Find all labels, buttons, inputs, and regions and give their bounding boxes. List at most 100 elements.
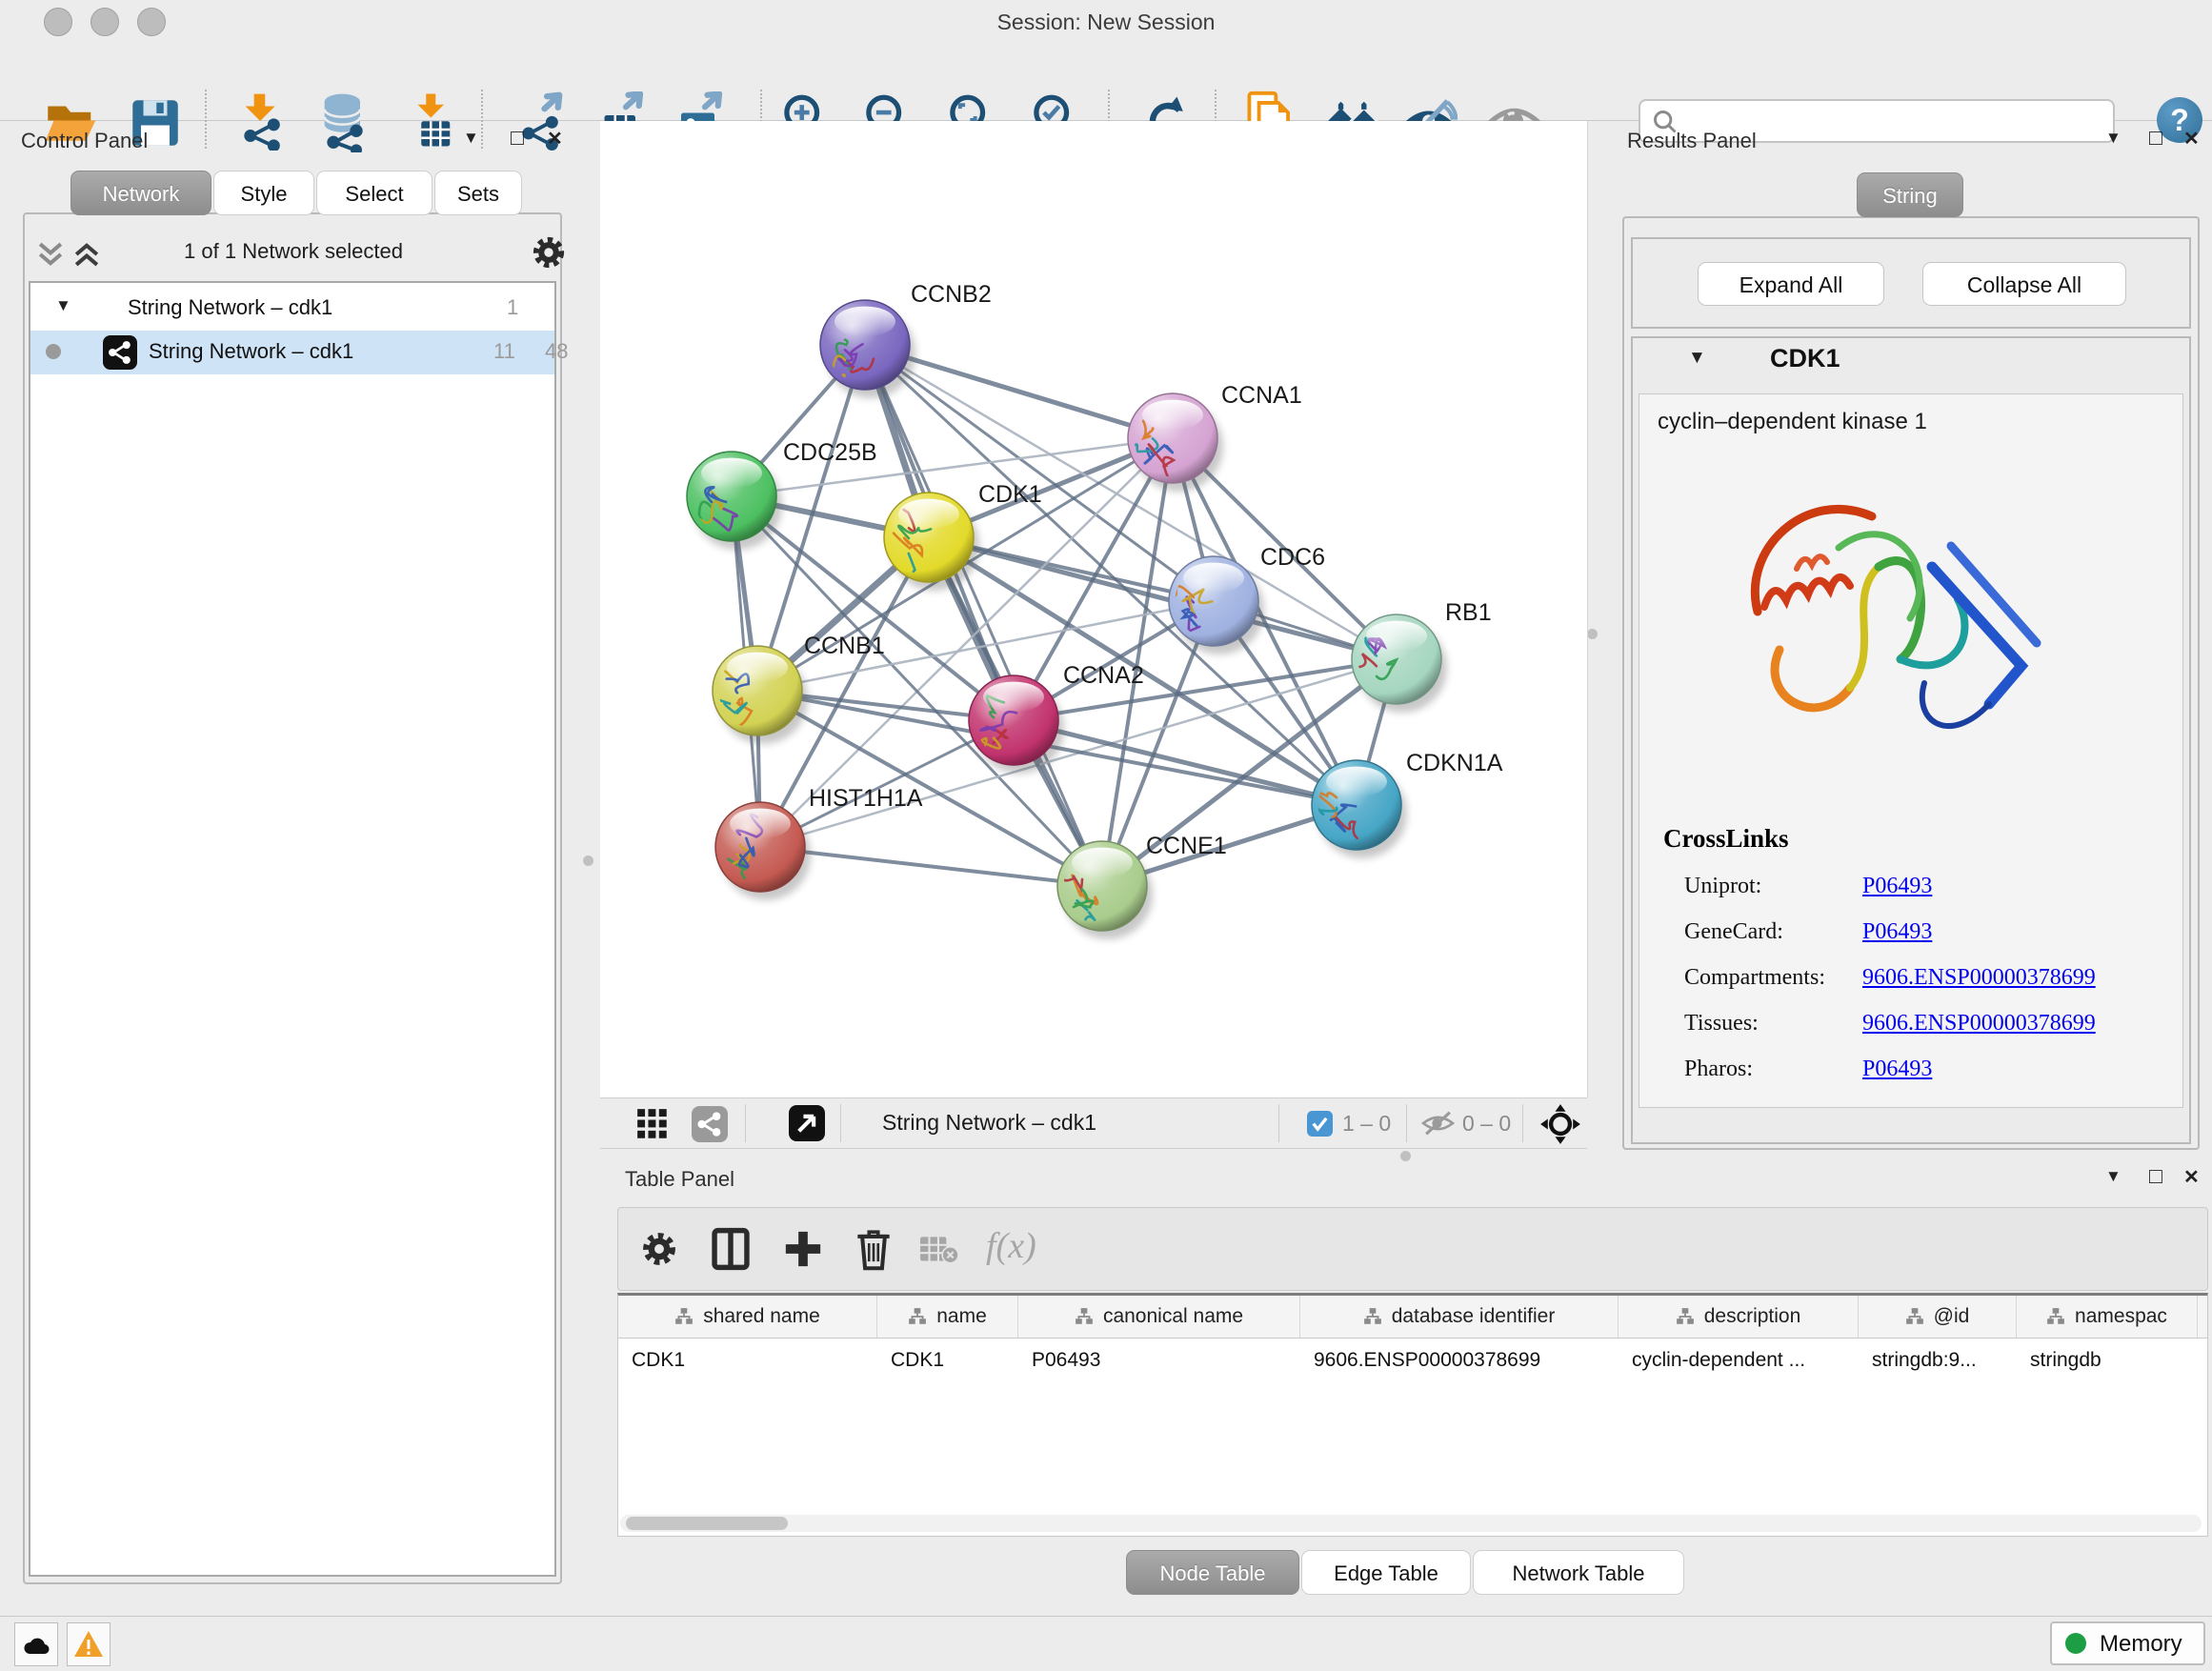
control-panel-close-icon[interactable]: ✕ — [547, 127, 563, 151]
crosslink-link[interactable]: P06493 — [1862, 1057, 1932, 1082]
network-node-CDKN1A[interactable] — [1304, 760, 1401, 850]
crosslink-row: Tissues:9606.ENSP00000378699 — [1610, 1011, 2182, 1057]
network-node-CCNA1[interactable] — [1118, 393, 1217, 483]
column-header-database-identifier[interactable]: database identifier — [1300, 1296, 1619, 1338]
table-cell[interactable]: cyclin-dependent ... — [1619, 1339, 1859, 1382]
tab-network-table[interactable]: Network Table — [1473, 1550, 1684, 1595]
tab-style[interactable]: Style — [213, 171, 314, 215]
table-header-row: shared namenamecanonical namedatabase id… — [618, 1296, 2207, 1339]
table-hscrollbar[interactable] — [620, 1515, 2202, 1532]
table-gear-icon[interactable] — [639, 1229, 679, 1269]
table-cell[interactable]: CDK1 — [877, 1339, 1018, 1382]
column-header--id[interactable]: @id — [1859, 1296, 2017, 1338]
warning-icon — [73, 1629, 104, 1660]
view-toolbar-divider — [1406, 1104, 1407, 1142]
network-node-CCNA2[interactable] — [969, 675, 1058, 765]
view-toolbar-divider — [745, 1104, 746, 1142]
open-in-window-icon[interactable] — [789, 1105, 825, 1141]
hidden-counts: 0 – 0 — [1462, 1111, 1511, 1137]
gear-icon[interactable] — [530, 233, 568, 272]
tree-row-collection[interactable]: ▼ String Network – cdk1 1 — [30, 289, 554, 331]
network-node-CCNE1[interactable] — [1057, 841, 1147, 931]
table-panel-float-icon[interactable]: □ — [2149, 1163, 2162, 1189]
control-panel-menu-icon[interactable]: ▼ — [463, 129, 479, 148]
string-network-badge-icon[interactable] — [692, 1106, 728, 1142]
column-header-namespac[interactable]: namespac — [2017, 1296, 2198, 1338]
show-columns-icon[interactable] — [710, 1227, 752, 1271]
network-node-CCNB2[interactable] — [820, 300, 910, 391]
node-label: CCNB2 — [911, 281, 992, 308]
tab-network[interactable]: Network — [70, 171, 211, 215]
table-row[interactable]: CDK1CDK1P064939606.ENSP00000378699cyclin… — [618, 1339, 2207, 1382]
network-status-dot — [46, 344, 61, 359]
expand-all-button[interactable]: Expand All — [1698, 262, 1884, 306]
crosslink-link[interactable]: P06493 — [1862, 874, 1932, 899]
protein-expander-icon[interactable]: ▼ — [1688, 348, 1706, 369]
network-node-CDK1[interactable] — [884, 483, 974, 583]
tab-edge-table[interactable]: Edge Table — [1301, 1550, 1471, 1595]
cloud-status-button[interactable] — [14, 1622, 58, 1666]
tab-node-table[interactable]: Node Table — [1126, 1550, 1299, 1595]
fit-content-crosshair-icon[interactable] — [1539, 1103, 1581, 1145]
table-cell[interactable]: stringdb:9... — [1859, 1339, 2017, 1382]
collapse-all-button[interactable]: Collapse All — [1922, 262, 2126, 306]
warning-status-button[interactable] — [67, 1622, 111, 1666]
tab-select[interactable]: Select — [316, 171, 432, 215]
splitter-handle[interactable] — [1587, 629, 1598, 639]
selected-counts: 1 – 0 — [1342, 1111, 1391, 1137]
network-node-CCNB1[interactable] — [713, 646, 802, 735]
column-tree-icon — [1676, 1307, 1695, 1326]
delete-table-icon — [919, 1235, 959, 1265]
tab-sets[interactable]: Sets — [434, 171, 522, 215]
results-panel-menu-icon[interactable]: ▼ — [2105, 129, 2122, 148]
splitter-handle[interactable] — [583, 856, 593, 866]
network-selection-status: 1 of 1 Network selected — [122, 239, 465, 264]
network-node-HIST1H1A[interactable] — [715, 802, 805, 892]
results-panel-float-icon[interactable]: □ — [2149, 125, 2162, 151]
results-panel-close-icon[interactable]: ✕ — [2183, 127, 2200, 151]
node-label: CCNE1 — [1146, 833, 1227, 859]
table-panel-menu-icon[interactable]: ▼ — [2105, 1167, 2122, 1186]
control-panel-float-icon[interactable]: □ — [511, 125, 524, 151]
collapse-all-tree-icon[interactable] — [70, 239, 103, 270]
crosslink-link[interactable]: 9606.ENSP00000378699 — [1862, 965, 2096, 991]
network-node-CDC25B[interactable] — [671, 452, 776, 541]
table-cell[interactable]: 9606.ENSP00000378699 — [1300, 1339, 1619, 1382]
tree-expander-icon[interactable]: ▼ — [55, 296, 71, 315]
network-canvas[interactable]: CCNB2CCNA1CDC25BCDK1CDC6RB1CCNB1CCNA2CDK… — [600, 121, 1588, 1097]
column-header-shared-name[interactable]: shared name — [618, 1296, 877, 1338]
network-graph: CCNB2CCNA1CDC25BCDK1CDC6RB1CCNB1CCNA2CDK… — [600, 121, 1587, 1097]
tab-string[interactable]: String — [1857, 172, 1963, 217]
table-cell[interactable]: P06493 — [1018, 1339, 1300, 1382]
network-node-CDC6[interactable] — [1162, 556, 1258, 646]
column-header-description[interactable]: description — [1619, 1296, 1859, 1338]
table-cell[interactable]: CDK1 — [618, 1339, 877, 1382]
expand-all-tree-icon[interactable] — [34, 239, 67, 270]
delete-column-icon[interactable] — [853, 1225, 895, 1273]
view-toolbar-divider — [840, 1104, 841, 1142]
table-panel-close-icon[interactable]: ✕ — [2183, 1165, 2200, 1189]
table-hscrollbar-thumb[interactable] — [626, 1517, 788, 1530]
column-tree-icon — [1905, 1307, 1924, 1326]
node-label: RB1 — [1445, 599, 1492, 626]
cloud-icon — [22, 1633, 50, 1656]
birds-eye-view-icon[interactable] — [636, 1108, 669, 1140]
tree-row-network[interactable]: String Network – cdk1 11 48 — [30, 331, 554, 374]
create-column-icon[interactable] — [782, 1227, 824, 1271]
crosslink-link[interactable]: 9606.ENSP00000378699 — [1862, 1011, 2096, 1037]
network-edge[interactable] — [929, 537, 1397, 659]
node-label: CCNB1 — [804, 633, 885, 659]
network-view-title: String Network – cdk1 — [882, 1110, 1096, 1136]
table-cell[interactable]: stringdb — [2017, 1339, 2198, 1382]
column-header-name[interactable]: name — [877, 1296, 1018, 1338]
network-view-toolbar: String Network – cdk1 1 – 0 0 – 0 — [600, 1097, 1587, 1149]
selected-checkbox-icon[interactable] — [1307, 1111, 1333, 1137]
network-edge[interactable] — [760, 847, 1102, 886]
view-toolbar-divider — [1522, 1104, 1523, 1142]
crosslink-link[interactable]: P06493 — [1862, 919, 1932, 945]
column-header-canonical-name[interactable]: canonical name — [1018, 1296, 1300, 1338]
node-label: HIST1H1A — [809, 785, 923, 812]
memory-button[interactable]: Memory — [2050, 1621, 2205, 1665]
table-toolbar: f(x) — [617, 1207, 2208, 1291]
hidden-eye-icon[interactable] — [1421, 1109, 1455, 1137]
